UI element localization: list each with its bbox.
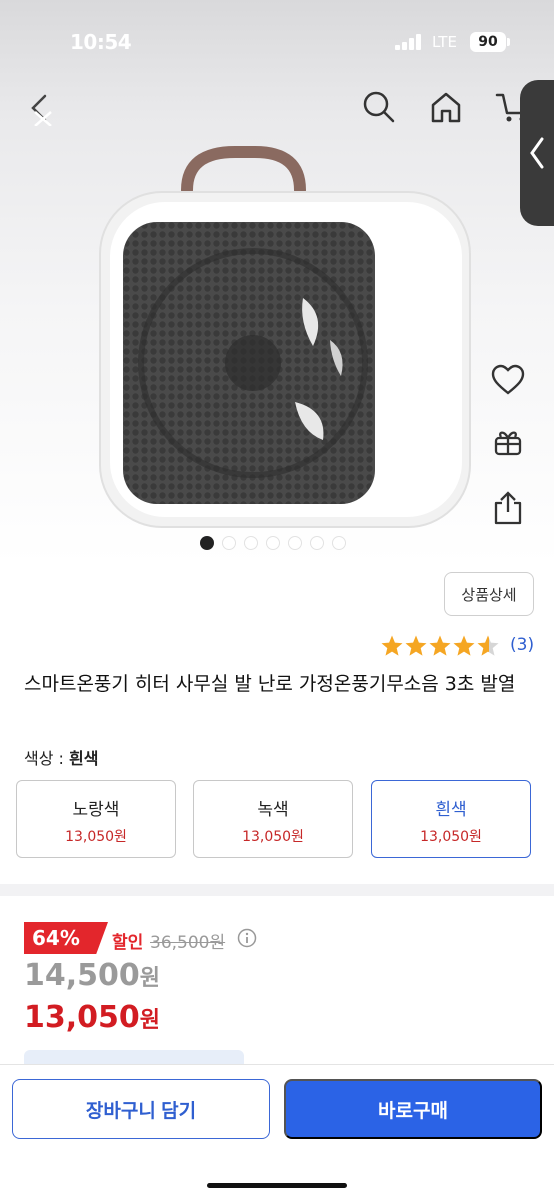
option-price: 13,050원 — [242, 829, 304, 845]
search-button[interactable] — [358, 86, 400, 128]
gallery-dot[interactable] — [200, 536, 214, 550]
wishlist-button[interactable] — [488, 360, 528, 400]
search-icon — [363, 91, 395, 123]
back-arrow-icon — [31, 94, 52, 126]
option-name: 녹색 — [257, 800, 289, 820]
option-price: 13,050원 — [420, 829, 482, 845]
gift-icon — [494, 431, 522, 456]
color-option-label: 색상 : 흰색 — [24, 745, 98, 769]
final-price-currency: 원 — [139, 1008, 161, 1033]
home-button[interactable] — [425, 86, 467, 128]
info-icon[interactable] — [237, 928, 257, 948]
discount-badge: 64% — [24, 922, 108, 954]
product-title: 스마트온풍기 히터 사무실 발 난로 가정온풍기무소음 3초 발열 — [24, 673, 516, 695]
bottom-action-bar: 장바구니 담기 바로구매 — [0, 1064, 554, 1200]
network-label: LTE — [432, 33, 457, 51]
color-option-green[interactable]: 녹색 13,050원 — [193, 780, 353, 858]
share-button[interactable] — [488, 488, 528, 528]
product-detail-button[interactable]: 상품상세 — [444, 572, 534, 616]
color-option-yellow[interactable]: 노랑색 13,050원 — [16, 780, 176, 858]
signal-icon — [395, 34, 423, 50]
heart-icon — [491, 364, 525, 395]
gift-button[interactable] — [488, 422, 528, 462]
add-to-cart-button[interactable]: 장바구니 담기 — [12, 1079, 270, 1139]
color-label-text: 색상 : — [24, 749, 70, 768]
original-price: 36,500원 — [150, 933, 226, 953]
review-count[interactable]: (3) — [510, 635, 534, 655]
gallery-dot[interactable] — [332, 536, 346, 550]
gallery-dot[interactable] — [288, 536, 302, 550]
gallery-dots — [200, 536, 346, 550]
status-bar: 10:54 LTE 90 — [0, 0, 554, 80]
battery-icon: 90 — [470, 32, 506, 52]
color-option-white[interactable]: 흰색 13,050원 — [371, 780, 531, 858]
rating[interactable]: (3) — [380, 632, 534, 658]
side-panel-tab[interactable] — [520, 80, 554, 226]
sale-label: 할인 — [112, 933, 144, 953]
final-price-value: 13,050 — [24, 1000, 140, 1035]
option-name: 흰색 — [435, 800, 467, 820]
gallery-dot[interactable] — [266, 536, 280, 550]
chevron-left-icon — [530, 137, 544, 169]
list-price-value: 14,500 — [24, 958, 140, 993]
home-icon — [431, 92, 461, 123]
option-price: 13,050원 — [65, 829, 127, 845]
buy-now-button[interactable]: 바로구매 — [284, 1079, 542, 1139]
status-time: 10:54 — [70, 30, 132, 54]
gallery-dot[interactable] — [222, 536, 236, 550]
selected-color: 흰색 — [69, 749, 99, 768]
gallery-dot[interactable] — [310, 536, 324, 550]
share-icon — [494, 491, 522, 525]
final-price: 13,050원 — [24, 1000, 160, 1035]
star-rating-icon — [381, 635, 499, 656]
list-price-currency: 원 — [139, 966, 161, 991]
list-price: 14,500원 — [24, 958, 160, 993]
gallery-dot[interactable] — [244, 536, 258, 550]
back-button[interactable] — [18, 86, 62, 130]
section-divider — [0, 884, 554, 896]
battery-tip — [507, 38, 510, 46]
home-indicator — [207, 1183, 347, 1188]
product-image[interactable] — [95, 140, 475, 540]
product-hero: 10:54 LTE 90 — [0, 0, 554, 565]
option-name: 노랑색 — [72, 800, 120, 820]
